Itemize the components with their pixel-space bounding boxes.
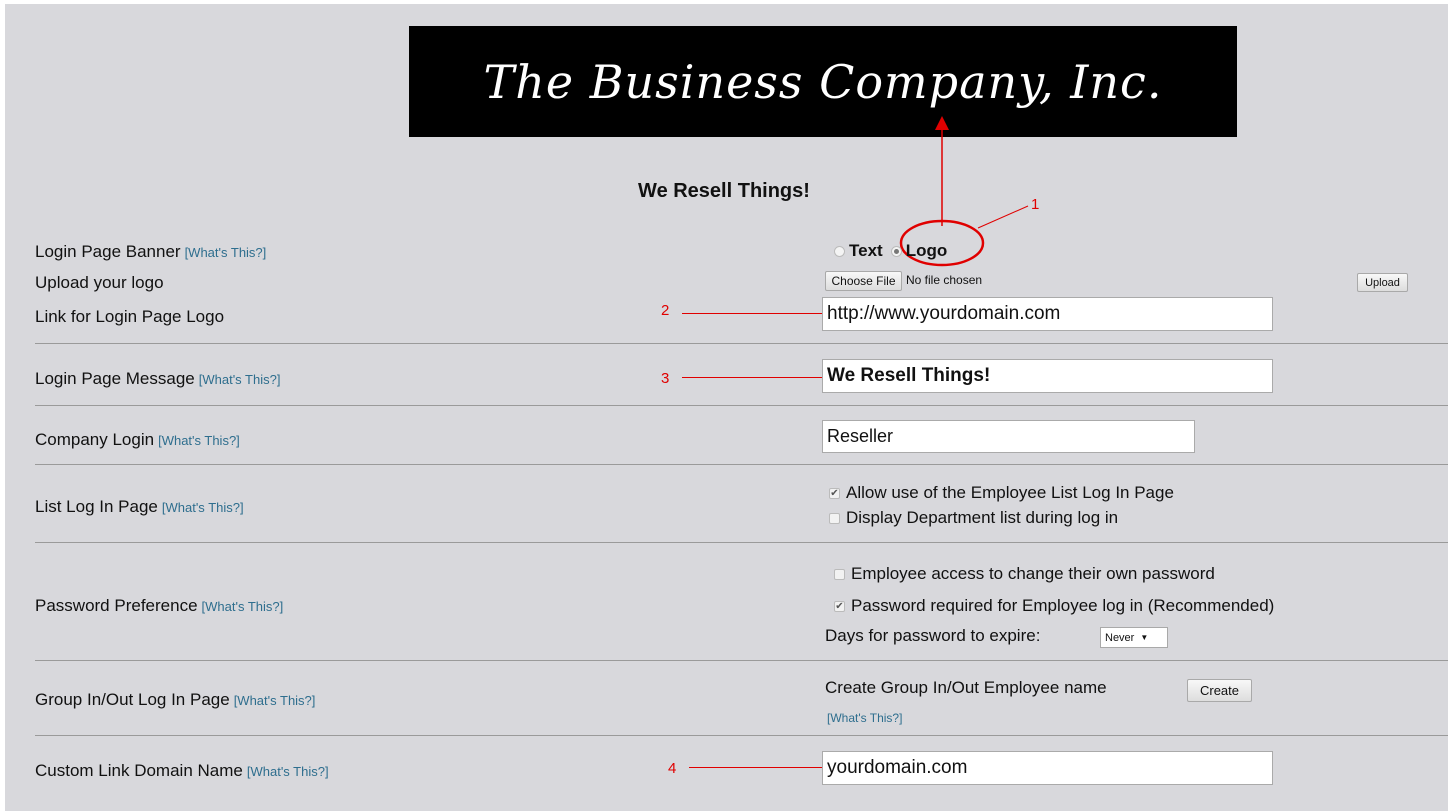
expire-label: Days for password to expire: (825, 626, 1041, 645)
allow-employee-list-option: ✔ Allow use of the Employee List Log In … (829, 483, 1174, 503)
display-department-checkbox[interactable] (829, 512, 840, 524)
login-message-label: Login Page Message (35, 369, 195, 388)
expire-select[interactable]: Never ▼ (1100, 627, 1168, 648)
group-login-row: Group In/Out Log In Page [What's This?] (35, 690, 315, 710)
logo-link-input[interactable]: http://www.yourdomain.com (822, 297, 1273, 331)
password-required-label: Password required for Employee log in (R… (851, 596, 1275, 615)
custom-domain-row: Custom Link Domain Name [What's This?] (35, 761, 329, 781)
company-login-label: Company Login (35, 430, 155, 449)
create-button[interactable]: Create (1187, 679, 1252, 702)
whats-this-link[interactable]: [What's This?] (199, 372, 281, 387)
password-pref-row: Password Preference [What's This?] (35, 596, 283, 616)
login-headline: We Resell Things! (638, 180, 810, 202)
list-login-label: List Log In Page (35, 497, 158, 516)
row-divider (35, 660, 1448, 661)
list-login-row: List Log In Page [What's This?] (35, 497, 244, 517)
create-group-label: Create Group In/Out Employee name (825, 678, 1107, 697)
logo-option-label: Logo (905, 241, 948, 260)
row-divider (35, 542, 1448, 543)
banner-logo-text: The Business Company, Inc. (483, 54, 1163, 109)
display-department-label: Display Department list during log in (846, 508, 1119, 527)
password-pref-label: Password Preference (35, 596, 198, 615)
annotation-line-4 (689, 767, 822, 768)
company-login-input[interactable]: Reseller (822, 420, 1195, 453)
login-banner-row: Login Page Banner [What's This?] (35, 242, 266, 262)
annotation-number-1: 1 (1031, 196, 1040, 213)
no-file-chosen-text: No file chosen (906, 273, 983, 287)
logo-banner: The Business Company, Inc. (409, 26, 1237, 137)
change-password-option: Employee access to change their own pass… (834, 564, 1215, 584)
login-message-input[interactable]: We Resell Things! (822, 359, 1273, 393)
whats-this-link[interactable]: [What's This?] (185, 245, 267, 260)
change-password-checkbox[interactable] (834, 568, 845, 580)
change-password-label: Employee access to change their own pass… (851, 564, 1215, 583)
whats-this-link[interactable]: [What's This?] (202, 599, 284, 614)
create-group-whats-this: [What's This?] (827, 709, 902, 727)
whats-this-link[interactable]: [What's This?] (234, 693, 316, 708)
expire-select-value: Never (1105, 631, 1135, 644)
login-banner-label: Login Page Banner (35, 242, 181, 261)
banner-type-options: Text Logo (834, 241, 947, 261)
logo-link-label: Link for Login Page Logo (35, 307, 225, 326)
text-option-label: Text (849, 241, 883, 260)
custom-domain-input[interactable]: yourdomain.com (822, 751, 1273, 785)
logo-radio[interactable] (890, 245, 902, 257)
whats-this-link[interactable]: [What's This?] (162, 500, 244, 515)
company-login-row: Company Login [What's This?] (35, 430, 240, 450)
chevron-down-icon: ▼ (1140, 633, 1149, 642)
group-login-label: Group In/Out Log In Page (35, 690, 230, 709)
custom-domain-label: Custom Link Domain Name (35, 761, 243, 780)
upload-logo-label: Upload your logo (35, 273, 164, 292)
password-required-option: ✔ Password required for Employee log in … (834, 596, 1274, 616)
whats-this-link[interactable]: [What's This?] (827, 711, 902, 725)
create-group-row: Create Group In/Out Employee name (825, 678, 1107, 698)
annotation-number-3: 3 (661, 370, 670, 387)
annotation-number-4: 4 (668, 760, 677, 777)
annotation-line-2 (682, 313, 822, 314)
whats-this-link[interactable]: [What's This?] (158, 433, 240, 448)
expire-row: Days for password to expire: (825, 626, 1040, 646)
upload-button[interactable]: Upload (1357, 273, 1408, 292)
allow-employee-list-label: Allow use of the Employee List Log In Pa… (846, 483, 1174, 502)
annotation-line-3 (682, 377, 822, 378)
choose-file-button[interactable]: Choose File (825, 271, 902, 291)
row-divider (35, 405, 1448, 406)
text-radio[interactable] (834, 245, 845, 257)
login-message-row: Login Page Message [What's This?] (35, 369, 280, 389)
whats-this-link[interactable]: [What's This?] (247, 764, 329, 779)
annotation-number-2: 2 (661, 302, 670, 319)
row-divider (35, 464, 1448, 465)
row-divider (35, 343, 1448, 344)
row-divider (35, 735, 1448, 736)
password-required-checkbox[interactable]: ✔ (834, 600, 845, 612)
display-department-option: Display Department list during log in (829, 508, 1118, 528)
allow-employee-list-checkbox[interactable]: ✔ (829, 487, 840, 499)
